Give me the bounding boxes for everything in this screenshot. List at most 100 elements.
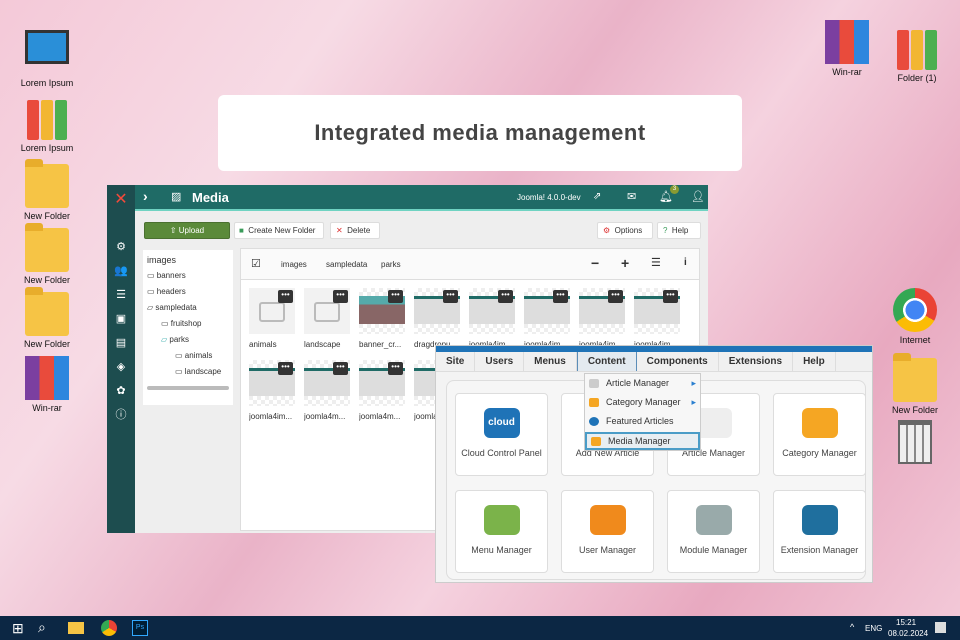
tree-item-parks[interactable]: ▱ parks [147, 332, 229, 348]
zoom-in-button[interactable]: + [621, 255, 629, 271]
file-actions-button[interactable]: ••• [663, 290, 678, 303]
label: Win-rar [32, 403, 62, 413]
file-actions-button[interactable]: ••• [388, 290, 403, 303]
toggle-sidebar-icon[interactable]: › [143, 188, 148, 204]
file-actions-button[interactable]: ••• [553, 290, 568, 303]
file-actions-button[interactable]: ••• [278, 290, 293, 303]
search-icon[interactable]: ⌕ [38, 619, 46, 636]
menu-content[interactable]: Content [576, 352, 637, 371]
file-actions-button[interactable]: ••• [333, 362, 348, 375]
tile-menu-manager[interactable]: Menu Manager [455, 490, 548, 573]
desktop-icon-lorem-ipsum[interactable]: Lorem Ipsum [12, 26, 82, 88]
menu-extensions[interactable]: Extensions [719, 352, 794, 371]
file-actions-button[interactable]: ••• [333, 290, 348, 303]
desktop-icon-new-folder-right[interactable]: New Folder [880, 353, 950, 415]
file-thumbnail[interactable]: ••• [524, 288, 570, 334]
file-thumbnail[interactable]: ••• [359, 360, 405, 406]
clock-date[interactable]: 08.02.2024 [888, 629, 928, 638]
menu-help[interactable]: Help [793, 352, 836, 371]
label: animals [184, 351, 213, 360]
breadcrumb-parks[interactable]: parks [381, 260, 401, 269]
desktop-icon-new-folder-3[interactable]: New Folder [12, 287, 82, 349]
file-thumbnail[interactable]: ••• [249, 288, 295, 334]
file-actions-button[interactable]: ••• [498, 290, 513, 303]
desktop-icon-folder-1[interactable]: Folder (1) [882, 26, 952, 83]
extension-icon [801, 505, 838, 535]
image-icon[interactable]: ▣ [107, 307, 135, 331]
photoshop-icon[interactable]: Ps [132, 620, 148, 636]
desktop-icon-new-folder[interactable]: New Folder [12, 159, 82, 221]
desktop-icon-internet[interactable]: Internet [880, 288, 950, 345]
file-actions-button[interactable]: ••• [608, 290, 623, 303]
tree-root[interactable]: images [147, 252, 229, 268]
user-icon[interactable]: 👤︎ [691, 190, 705, 203]
mail-icon[interactable]: ✉ [627, 190, 636, 203]
puzzle-icon[interactable]: ✿ [107, 379, 135, 403]
document-icon[interactable]: ▤ [107, 331, 135, 355]
dropdown-media-manager[interactable]: Media Manager [585, 432, 700, 450]
file-thumbnail[interactable]: ••• [304, 360, 350, 406]
list-view-button[interactable]: ☰ [651, 256, 661, 269]
zoom-out-button[interactable]: − [591, 255, 599, 271]
tree-item-banners[interactable]: ▭ banners [147, 268, 229, 284]
file-thumbnail[interactable]: ••• [359, 288, 405, 334]
file-thumbnail[interactable]: ••• [579, 288, 625, 334]
dropdown-article-manager[interactable]: Article Manager ▸ [585, 374, 700, 393]
tile-module-manager[interactable]: Module Manager [667, 490, 760, 573]
list-icon[interactable]: ☰ [107, 283, 135, 307]
info-icon[interactable]: ⓘ [107, 403, 135, 427]
help-button[interactable]: ? Help [657, 222, 701, 239]
file-thumbnail[interactable]: ••• [304, 288, 350, 334]
desktop-icon-lorem-ipsum-2[interactable]: Lorem Ipsum [12, 96, 82, 153]
menu-menus[interactable]: Menus [524, 352, 577, 371]
content-dropdown: Article Manager ▸ Category Manager ▸ Featu… [584, 373, 701, 451]
desktop-icon-winrar-right[interactable]: Win-rar [812, 20, 882, 77]
tile-cloud-control-panel[interactable]: cloud Cloud Control Panel [455, 393, 548, 476]
file-actions-button[interactable]: ••• [388, 362, 403, 375]
menu-users[interactable]: Users [475, 352, 525, 371]
tree-item-landscape[interactable]: ▭ landscape [147, 364, 229, 380]
info-button[interactable]: i [684, 257, 687, 268]
menu-site[interactable]: Site [436, 352, 476, 371]
file-actions-button[interactable]: ••• [278, 362, 293, 375]
desktop-icon-winrar[interactable]: Win-rar [12, 356, 82, 413]
admin-sidebar: ✕ ⚙ 👥 ☰ ▣ ▤ ◈ ✿ ⓘ [107, 185, 135, 533]
chrome-icon[interactable] [101, 620, 117, 636]
tile-user-manager[interactable]: User Manager [561, 490, 654, 573]
tree-scrollbar[interactable] [147, 386, 229, 390]
external-link-icon[interactable]: ⇗ [593, 191, 601, 202]
tree-item-fruitshop[interactable]: ▭ fruitshop [147, 316, 229, 332]
gear-icon[interactable]: ⚙ [107, 235, 135, 259]
file-thumbnail[interactable]: ••• [634, 288, 680, 334]
tree-item-animals[interactable]: ▭ animals [147, 348, 229, 364]
file-thumbnail[interactable]: ••• [414, 288, 460, 334]
tree-item-headers[interactable]: ▭ headers [147, 284, 229, 300]
file-actions-button[interactable]: ••• [443, 290, 458, 303]
dropdown-featured-articles[interactable]: Featured Articles [585, 412, 700, 431]
tree-item-sampledata[interactable]: ▱ sampledata [147, 300, 229, 316]
upload-button[interactable]: ⇧ Upload [144, 222, 230, 239]
tile-extension-manager[interactable]: Extension Manager [773, 490, 866, 573]
recycle-bin[interactable] [880, 420, 950, 467]
file-thumbnail[interactable]: ••• [249, 360, 295, 406]
folder-icon [25, 159, 69, 208]
file-explorer-icon[interactable] [68, 622, 84, 634]
breadcrumb-images[interactable]: images [281, 260, 307, 269]
cube-icon[interactable]: ◈ [107, 355, 135, 379]
users-icon[interactable]: 👥 [107, 259, 135, 283]
menu-components[interactable]: Components [637, 352, 719, 371]
options-button[interactable]: ⚙ Options [597, 222, 653, 239]
breadcrumb-sampledata[interactable]: sampledata [326, 260, 367, 269]
tile-category-manager[interactable]: Category Manager [773, 393, 866, 476]
dropdown-category-manager[interactable]: Category Manager ▸ [585, 393, 700, 412]
notifications-icon[interactable] [935, 622, 946, 633]
language-indicator[interactable]: ENG [865, 624, 882, 633]
desktop-icon-new-folder-2[interactable]: New Folder [12, 223, 82, 285]
clock-time[interactable]: 15:21 [896, 618, 916, 627]
delete-button[interactable]: ✕ Delete [330, 222, 380, 239]
file-thumbnail[interactable]: ••• [469, 288, 515, 334]
windows-start-icon[interactable]: ⊞ [12, 620, 24, 637]
create-folder-button[interactable]: ■ Create New Folder [234, 222, 324, 239]
select-all-checkbox[interactable]: ☑ [251, 257, 261, 270]
chevron-up-icon[interactable]: ^ [850, 622, 854, 632]
